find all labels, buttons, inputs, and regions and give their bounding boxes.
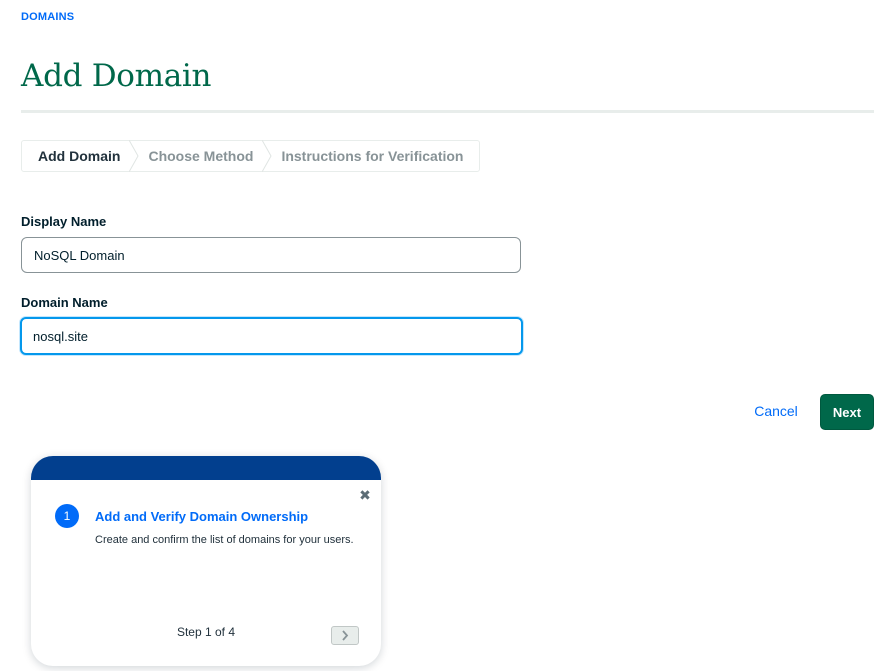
guide-description: Create and confirm the list of domains f… <box>95 534 354 546</box>
page-title: Add Domain <box>21 58 212 94</box>
domain-name-input[interactable] <box>20 317 523 355</box>
onboarding-guide-card: ✖ 1 Add and Verify Domain Ownership Crea… <box>31 456 381 666</box>
step-label: Choose Method <box>148 148 254 164</box>
guide-next-button[interactable] <box>331 626 359 645</box>
cancel-button[interactable]: Cancel <box>742 397 810 425</box>
domain-name-label: Domain Name <box>21 295 108 310</box>
next-button-label: Next <box>832 404 862 420</box>
step-label: Instructions for Verification <box>281 148 464 164</box>
stepper: Add Domain Choose Method Instructions fo… <box>21 140 481 172</box>
display-name-input[interactable] <box>21 237 521 273</box>
chevron-right-icon <box>342 630 349 641</box>
close-icon[interactable]: ✖ <box>356 486 374 504</box>
step-separator <box>262 140 273 172</box>
guide-header <box>31 456 381 480</box>
step-separator <box>129 140 140 172</box>
title-divider <box>21 110 874 113</box>
page: DOMAINS Add Domain Add Domain Choose Met… <box>0 0 880 671</box>
next-button[interactable]: Next <box>820 394 874 430</box>
guide-step-number: 1 <box>55 504 79 528</box>
step-add-domain: Add Domain <box>22 140 140 172</box>
step-choose-method: Choose Method <box>130 140 273 172</box>
breadcrumb-domains[interactable]: DOMAINS <box>21 11 74 23</box>
guide-step-counter: Step 1 of 4 <box>176 625 236 639</box>
display-name-label: Display Name <box>21 214 107 229</box>
step-label: Add Domain <box>38 148 121 164</box>
step-instructions-for-verification: Instructions for Verification <box>263 141 479 171</box>
guide-title: Add and Verify Domain Ownership <box>95 509 309 524</box>
